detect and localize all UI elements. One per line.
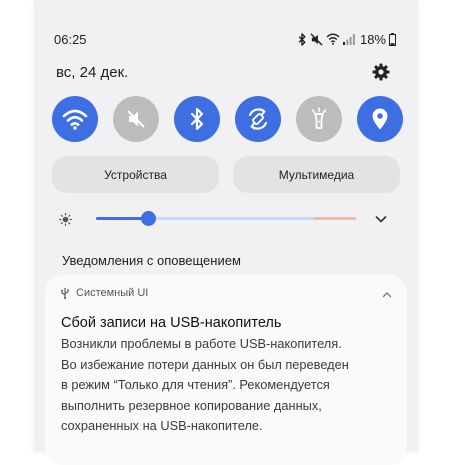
toggle-location[interactable] <box>357 96 403 142</box>
notification-app-name: Системный UI <box>76 287 149 299</box>
usb-icon <box>61 288 69 299</box>
notification-body-line: Во избежание потери данных он был переве… <box>61 356 349 372</box>
toggle-flashlight[interactable] <box>296 96 342 142</box>
chevron-down-icon[interactable] <box>374 212 388 226</box>
wifi-icon <box>326 33 340 45</box>
mute-icon <box>310 32 323 46</box>
notification-card[interactable]: Системный UI Сбой записи на USB-накопите… <box>45 275 407 465</box>
gear-icon[interactable] <box>371 62 391 82</box>
brightness-icon <box>59 213 72 226</box>
status-icons: 18% <box>297 30 396 48</box>
quick-toggles <box>52 96 403 142</box>
toggle-wifi[interactable] <box>52 96 98 142</box>
date-label: вс, 24 дек. <box>56 64 129 81</box>
status-time: 06:25 <box>54 32 87 47</box>
notification-panel: 06:25 18% вс, 24 дек. Устройства Мультим… <box>34 0 418 465</box>
notification-body-line: в режим “Только для чтения”. Рекомендует… <box>61 377 330 392</box>
toggle-bluetooth[interactable] <box>174 96 220 142</box>
battery-percent: 18% <box>359 31 386 47</box>
toggle-sound[interactable] <box>113 96 159 142</box>
signal-icon <box>342 34 355 45</box>
notification-body-line: выполнить резервное копирование данных, <box>61 397 322 413</box>
notification-body: Возникли проблемы в работе USB-накопител… <box>61 334 401 437</box>
brightness-slider[interactable] <box>96 206 356 232</box>
bluetooth-icon <box>298 32 306 46</box>
notification-body-line: Возникли проблемы в работе USB-накопител… <box>61 336 342 351</box>
rotate-icon <box>248 108 268 130</box>
section-title: Уведомления с оповещением <box>62 253 241 268</box>
status-bar: 06:25 18% <box>34 29 418 49</box>
notification-header: Системный UI <box>60 287 148 299</box>
wifi-icon <box>62 109 88 130</box>
notification-title: Сбой записи на USB-накопитель <box>61 315 282 331</box>
battery-icon <box>389 32 396 46</box>
brightness-thumb[interactable] <box>141 211 156 226</box>
devices-button[interactable]: Устройства <box>52 156 219 193</box>
toggle-auto-rotate[interactable] <box>235 96 281 142</box>
bluetooth-icon <box>190 107 204 131</box>
mute-icon <box>127 110 145 128</box>
chevron-up-icon[interactable] <box>381 289 393 301</box>
media-button[interactable]: Мультимедиа <box>233 156 400 193</box>
notification-body-line: сохраненных на USB-накопителе. <box>61 418 263 433</box>
flashlight-icon <box>311 107 327 129</box>
location-icon <box>372 108 388 130</box>
